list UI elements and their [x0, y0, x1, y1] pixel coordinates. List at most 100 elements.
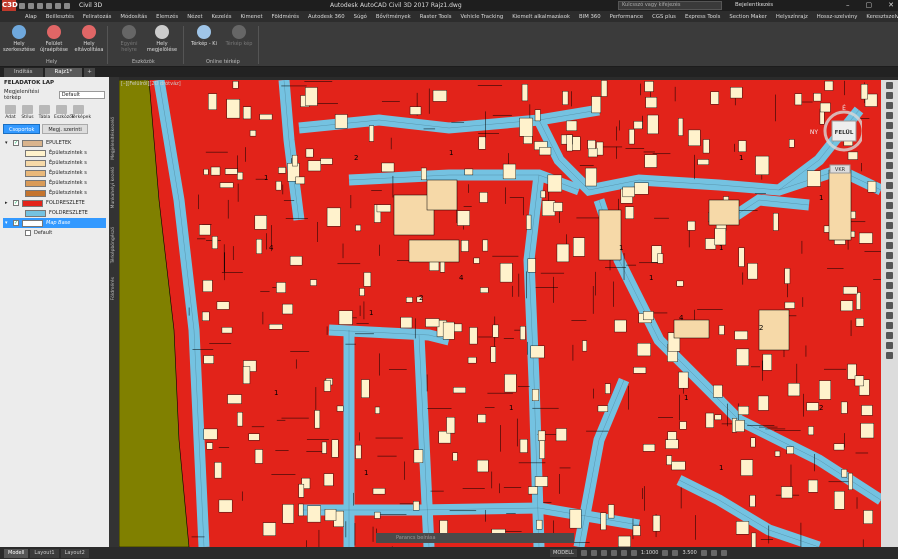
ribbon-tab[interactable]: Raster Tools [420, 14, 452, 20]
layer-row[interactable]: Épületszintek s [3, 148, 106, 158]
nav-tool-icon[interactable] [886, 272, 893, 279]
ribbon-tab[interactable]: Performance [610, 14, 644, 20]
visibility-checkbox[interactable] [25, 230, 31, 236]
app-logo[interactable]: C3D [2, 0, 18, 11]
view-map-select[interactable]: Default [58, 91, 105, 99]
side-tab[interactable]: Földmérés [111, 277, 116, 300]
fullscreen-icon[interactable] [710, 550, 717, 556]
expand-icon[interactable]: ▾ [5, 220, 10, 226]
side-tab[interactable]: Megjelenítéskezelő [111, 117, 116, 160]
tab-start[interactable]: Indítás [4, 68, 43, 77]
layer-row[interactable]: ▾ ✓ Map Base [3, 218, 106, 228]
osnap-icon[interactable] [620, 550, 627, 556]
ribbon-tab[interactable]: CGS plus [652, 14, 676, 20]
ribbon-tab[interactable]: Vehicle Tracking [461, 14, 504, 20]
nav-tool-icon[interactable] [886, 112, 893, 119]
visibility-checkbox[interactable]: ✓ [13, 220, 19, 226]
tool-button[interactable]: Eszközök [54, 105, 74, 120]
layer-row[interactable]: ▸ ✓ FOLDRESZLETE [3, 198, 106, 208]
snap-icon[interactable] [590, 550, 597, 556]
tool-button[interactable]: Stílus [20, 105, 35, 120]
layer-row[interactable]: Épületszintek s [3, 188, 106, 198]
ribbon-tab[interactable]: Feliratozás [83, 14, 112, 20]
ribbon-tab[interactable]: Módosítás [120, 14, 147, 20]
layer-row[interactable]: Épületszintek s [3, 168, 106, 178]
layer-row[interactable]: Épületszintek s [3, 158, 106, 168]
nav-tool-icon[interactable] [886, 332, 893, 339]
nav-tool-icon[interactable] [886, 92, 893, 99]
visibility-checkbox[interactable]: ✓ [13, 140, 19, 146]
ribbon-button[interactable]: Hely eltávolítása [72, 25, 106, 53]
new-icon[interactable] [19, 2, 25, 9]
nav-tool-icon[interactable] [886, 192, 893, 199]
nav-tool-icon[interactable] [886, 342, 893, 349]
nav-tool-icon[interactable] [886, 352, 893, 359]
layer-row[interactable]: ▾ ✓ EPULETEK [3, 138, 106, 148]
nav-tool-icon[interactable] [886, 212, 893, 219]
ribbon-tab[interactable]: BIM 360 [579, 14, 601, 20]
nav-tool-icon[interactable] [886, 292, 893, 299]
visibility-checkbox[interactable]: ✓ [13, 200, 19, 206]
nav-tool-icon[interactable] [886, 132, 893, 139]
customize-icon[interactable] [720, 550, 727, 556]
polar-icon[interactable] [610, 550, 617, 556]
tool-button[interactable]: Térképek [71, 105, 91, 120]
nav-tool-icon[interactable] [886, 252, 893, 259]
search-input[interactable]: Kulcsszó vagy kifejezés [618, 1, 722, 10]
annotation-scale[interactable]: 1:1000 [641, 550, 659, 556]
ribbon-tab[interactable]: Helyszínrajz [776, 14, 808, 20]
nav-tool-icon[interactable] [886, 82, 893, 89]
ribbon-tab[interactable]: Földmérés [272, 14, 299, 20]
nav-tool-icon[interactable] [886, 262, 893, 269]
model-space-toggle[interactable]: MODELL [550, 549, 577, 557]
side-tab[interactable]: Térképböngésző [111, 227, 116, 263]
ribbon-button[interactable]: Egyéni helyre [112, 25, 146, 53]
ribbon-tab[interactable]: Alap [25, 14, 37, 20]
ribbon-button[interactable]: Térkép - Ki [187, 25, 221, 47]
close-button[interactable]: ✕ [888, 1, 894, 9]
ribbon-tab[interactable]: Kezelés [212, 14, 232, 20]
ribbon-tab[interactable]: Nézet [187, 14, 202, 20]
expand-icon[interactable]: ▾ [5, 140, 10, 146]
isolate-icon[interactable] [700, 550, 707, 556]
ribbon-tab[interactable]: Elemzés [156, 14, 178, 20]
expand-icon[interactable]: ▸ [5, 200, 10, 206]
ribbon-tab[interactable]: Autodesk 360 [308, 14, 345, 20]
ribbon-tab[interactable]: Bővítmények [376, 14, 411, 20]
save-icon[interactable] [37, 2, 43, 9]
new-tab-button[interactable]: + [84, 68, 95, 77]
settings-icon[interactable] [662, 550, 669, 556]
nav-tool-icon[interactable] [886, 142, 893, 149]
open-icon[interactable] [28, 2, 34, 9]
ribbon-tab[interactable]: Section Maker [729, 14, 767, 20]
ribbon-tab[interactable]: Kiemelt alkalmazások [512, 14, 570, 20]
grid-icon[interactable] [580, 550, 587, 556]
nav-tool-icon[interactable] [886, 242, 893, 249]
drawing-canvas[interactable]: 1 2 1 2 4 1 1 1 4 1 1 1 2 1 1 1 4 1 1 2 [119, 80, 881, 547]
nav-tool-icon[interactable] [886, 312, 893, 319]
ribbon-tab[interactable]: Express Tools [685, 14, 720, 20]
nav-tool-icon[interactable] [886, 172, 893, 179]
nav-tool-icon[interactable] [886, 102, 893, 109]
nav-tool-icon[interactable] [886, 122, 893, 129]
nav-tool-icon[interactable] [886, 232, 893, 239]
nav-tool-icon[interactable] [886, 302, 893, 309]
redo-icon[interactable] [64, 2, 70, 9]
tool-button[interactable]: Tábla [37, 105, 52, 120]
ribbon-button[interactable]: Hely szerkesztése [2, 25, 36, 53]
tool-button[interactable]: Adat [3, 105, 18, 120]
layer-row[interactable]: FOLDRESZLETE [3, 208, 106, 218]
layer-row[interactable]: Épületszintek s [3, 178, 106, 188]
nav-tool-icon[interactable] [886, 202, 893, 209]
ribbon-tab[interactable]: Hossz-szelvény [817, 14, 858, 20]
tab-draw-order[interactable]: Megj. szerinti [42, 124, 88, 134]
ribbon-button[interactable]: Felület újraépítése [37, 25, 71, 53]
nav-tool-icon[interactable] [886, 152, 893, 159]
ribbon-button[interactable]: Hely megjelölése [145, 25, 179, 53]
ribbon-tab[interactable]: Súgó [354, 14, 367, 20]
ribbon-button[interactable]: Térkép kép [222, 25, 256, 47]
side-tab[interactable]: Munkahelyi kezelő [111, 167, 116, 208]
tab-model[interactable]: Modell [4, 548, 29, 558]
map-drawing[interactable]: 1 2 1 2 4 1 1 1 4 1 1 1 2 1 1 1 4 1 1 2 [119, 80, 881, 547]
tab-layout1[interactable]: Layout1 [30, 548, 59, 558]
